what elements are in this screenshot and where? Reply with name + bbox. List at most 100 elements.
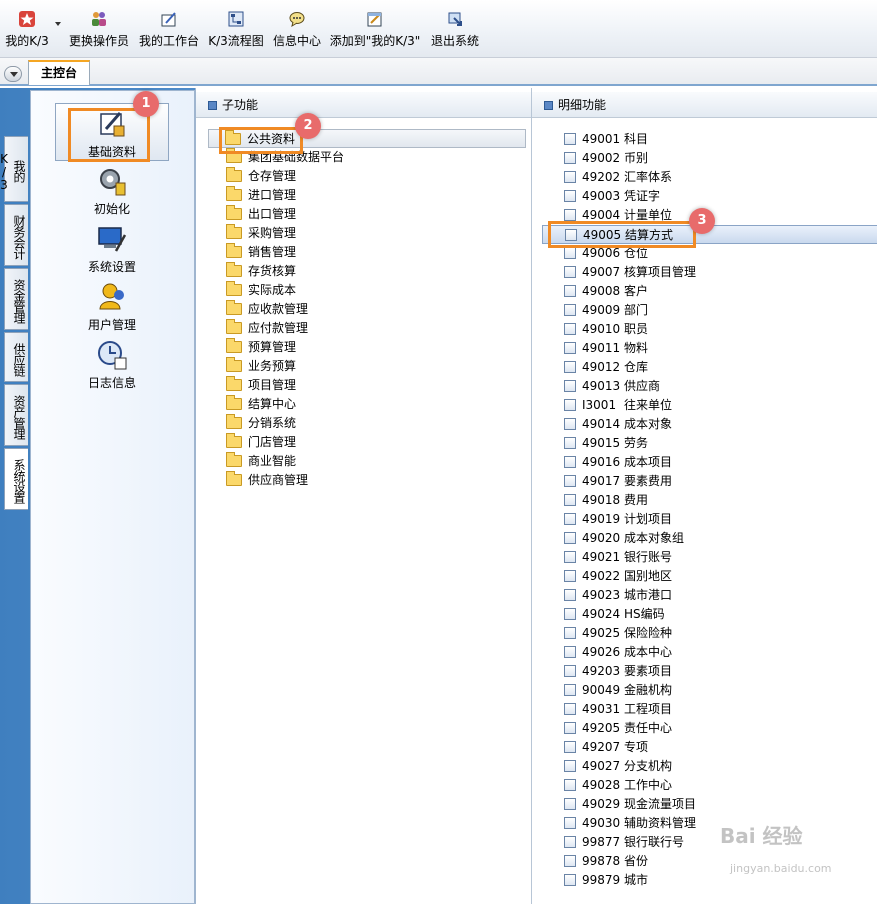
menu-user-management-label: 用户管理 — [87, 318, 136, 332]
detail-function-item[interactable]: 49022 国别地区 — [564, 567, 672, 586]
menu-initialize[interactable]: 初始化 — [55, 165, 169, 217]
sub-function-item[interactable]: 结算中心 — [226, 394, 296, 414]
sub-function-item[interactable]: 进口管理 — [226, 185, 296, 205]
side-tab-supply-chain[interactable]: 供应链 — [4, 332, 28, 382]
detail-function-item[interactable]: 49026 成本中心 — [564, 643, 672, 662]
detail-function-item[interactable]: 49019 计划项目 — [564, 510, 672, 529]
menu-system-settings-label: 系统设置 — [87, 260, 136, 274]
sub-function-item[interactable]: 商业智能 — [226, 451, 296, 471]
sub-function-item[interactable]: 采购管理 — [226, 223, 296, 243]
my-workbench-button[interactable]: 我的工作台 — [138, 10, 200, 50]
detail-function-item[interactable]: 49008 客户 — [564, 282, 648, 301]
document-icon — [564, 702, 576, 715]
sub-function-panel: 子功能 公共资料 集团基础数据平台 仓存管理 进口管理 出口管理 采购管理 销售管理 存货核算… — [195, 88, 531, 904]
sub-function-item[interactable]: 应收款管理 — [226, 299, 308, 319]
sub-function-item[interactable]: 应付款管理 — [226, 318, 308, 338]
detail-name: 科目 — [624, 132, 649, 146]
detail-function-item[interactable]: 49025 保险险种 — [564, 624, 672, 643]
tab-menu-chevron-icon[interactable] — [4, 66, 22, 82]
detail-function-item[interactable]: 49011 物料 — [564, 339, 648, 358]
detail-function-item[interactable]: 49020 成本对象组 — [564, 529, 684, 548]
sub-function-item[interactable]: 实际成本 — [226, 280, 296, 300]
sub-function-item[interactable]: 业务预算 — [226, 356, 296, 376]
detail-function-item[interactable]: 49028 工作中心 — [564, 776, 672, 795]
menu-system-settings[interactable]: 系统设置 — [55, 223, 169, 275]
switch-operator-button[interactable]: 更换操作员 — [68, 10, 130, 50]
detail-function-item[interactable]: 49003 凭证字 — [564, 187, 660, 206]
folder-icon — [226, 185, 242, 201]
detail-function-item[interactable]: 49017 要素费用 — [564, 472, 672, 491]
detail-function-item[interactable]: 49009 部门 — [564, 301, 648, 320]
detail-function-item[interactable]: 49207 专项 — [564, 738, 648, 757]
side-tab-finance[interactable]: 财务会计 — [4, 204, 28, 266]
detail-function-item[interactable]: 99878 省份 — [564, 852, 648, 871]
detail-function-item[interactable]: 49023 城市港口 — [564, 586, 672, 605]
detail-function-item[interactable]: 49001 科目 — [564, 130, 648, 149]
detail-name: 分支机构 — [624, 759, 673, 773]
detail-function-item[interactable]: 49007 核算项目管理 — [564, 263, 696, 282]
detail-function-item[interactable]: I3001 往来单位 — [564, 396, 672, 415]
side-tab-system-settings[interactable]: 系统设置 — [4, 448, 28, 510]
star-icon — [19, 11, 35, 27]
k3-flowchart-button[interactable]: K/3流程图 — [207, 10, 265, 50]
step-badge-3: 3 — [689, 208, 715, 234]
detail-name: 银行账号 — [624, 550, 673, 564]
sub-function-item[interactable]: 项目管理 — [226, 375, 296, 395]
detail-function-item[interactable]: 49014 成本对象 — [564, 415, 672, 434]
detail-name: 客户 — [624, 284, 649, 298]
tab-main-console[interactable]: 主控台 — [28, 60, 90, 85]
exit-system-button[interactable]: 退出系统 — [429, 10, 481, 50]
detail-name: 凭证字 — [624, 189, 661, 203]
detail-function-item[interactable]: 49016 成本项目 — [564, 453, 672, 472]
detail-function-item[interactable]: 99877 银行联行号 — [564, 833, 684, 852]
sub-function-item[interactable]: 存货核算 — [226, 261, 296, 281]
detail-function-item[interactable]: 49202 汇率体系 — [564, 168, 672, 187]
chevron-down-icon[interactable] — [55, 22, 61, 26]
toolbar: 我的K/3 更换操作员 我的工作台 K/3流程图 信息中心 添加到"我的K/3"… — [0, 0, 877, 58]
detail-name: 仓库 — [624, 360, 649, 374]
detail-function-item[interactable]: 49013 供应商 — [564, 377, 660, 396]
folder-icon — [226, 223, 242, 239]
side-tab-funds[interactable]: 资金管理 — [4, 268, 28, 330]
detail-function-item[interactable]: 49029 现金流量项目 — [564, 795, 696, 814]
folder-icon — [226, 242, 242, 258]
add-to-my-k3-button[interactable]: 添加到"我的K/3" — [328, 10, 422, 50]
sub-function-item[interactable]: 出口管理 — [226, 204, 296, 224]
document-icon — [564, 303, 576, 316]
sub-function-label: 销售管理 — [248, 245, 297, 259]
menu-log-info[interactable]: 日志信息 — [55, 339, 169, 391]
detail-function-item[interactable]: 49015 劳务 — [564, 434, 648, 453]
document-icon — [564, 360, 576, 373]
detail-function-item[interactable]: 49205 责任中心 — [564, 719, 672, 738]
detail-function-item[interactable]: 49031 工程项目 — [564, 700, 672, 719]
detail-function-item[interactable]: 49030 辅助资料管理 — [564, 814, 696, 833]
detail-function-item[interactable]: 49012 仓库 — [564, 358, 648, 377]
side-tab-my-k3[interactable]: 我的K/3 — [0, 136, 28, 202]
detail-code: 49030 — [582, 816, 621, 830]
sub-function-item[interactable]: 供应商管理 — [226, 470, 308, 490]
side-tab-assets[interactable]: 资产管理 — [4, 384, 28, 446]
detail-function-item[interactable]: 99879 城市 — [564, 871, 648, 890]
detail-function-item[interactable]: 49203 要素项目 — [564, 662, 672, 681]
document-icon — [564, 607, 576, 620]
detail-code: 99878 — [582, 854, 621, 868]
detail-function-item[interactable]: 49010 职员 — [564, 320, 648, 339]
document-icon — [564, 512, 576, 525]
sub-function-item[interactable]: 门店管理 — [226, 432, 296, 452]
sub-function-item[interactable]: 仓存管理 — [226, 166, 296, 186]
detail-function-item[interactable]: 49027 分支机构 — [564, 757, 672, 776]
detail-function-item[interactable]: 49024 HS编码 — [564, 605, 665, 624]
sub-function-item[interactable]: 销售管理 — [226, 242, 297, 262]
my-k3-button[interactable]: 我的K/3 — [4, 10, 50, 50]
detail-function-item[interactable]: 90049 金融机构 — [564, 681, 672, 700]
detail-code: 49017 — [582, 474, 621, 488]
detail-code: 99877 — [582, 835, 621, 849]
sub-function-item[interactable]: 分销系统 — [226, 413, 296, 433]
document-icon — [564, 493, 576, 506]
message-center-button[interactable]: 信息中心 — [272, 10, 322, 50]
detail-function-item[interactable]: 49002 币别 — [564, 149, 648, 168]
detail-function-item[interactable]: 49018 费用 — [564, 491, 648, 510]
detail-function-item[interactable]: 49021 银行账号 — [564, 548, 672, 567]
sub-function-item[interactable]: 预算管理 — [226, 337, 296, 357]
menu-user-management[interactable]: 用户管理 — [55, 281, 169, 333]
